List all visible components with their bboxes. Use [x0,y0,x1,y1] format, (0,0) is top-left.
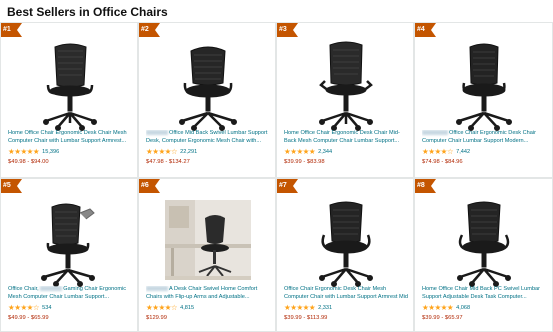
redacted-brand [146,130,168,136]
star-rating-icon: ★★★★★ [284,303,316,312]
product-card[interactable]: #7 Office Chair Ergonomic Desk Chair Mes… [276,178,414,332]
product-image[interactable] [434,33,534,133]
rating-count-link[interactable]: 4,068 [456,305,470,311]
product-image[interactable] [158,33,258,133]
product-card[interactable]: #2 Office Mid Back Swivel Lumbar Support… [138,22,276,178]
price: $39.99 - $113.99 [284,315,328,321]
product-title-link[interactable]: Home Office Chair Ergonomic Desk Chair M… [284,130,409,146]
rating-count-link[interactable]: 4,815 [180,305,194,311]
product-image[interactable] [20,189,120,289]
rating-count-link[interactable]: 534 [42,305,51,311]
rating[interactable]: ★★★★☆ 4,815 [146,304,194,312]
rating[interactable]: ★★★★★ 2,331 [284,304,332,312]
product-title-link[interactable]: Home Office Chair Mid Back PC Swivel Lum… [422,286,548,302]
price: $49.98 - $94.00 [8,159,49,165]
rating[interactable]: ★★★★★ 4,068 [422,304,470,312]
star-rating-icon: ★★★★☆ [146,147,178,156]
rating[interactable]: ★★★★☆ 7,442 [422,148,470,156]
rank-badge: #7 [277,179,298,193]
product-title-link[interactable]: A Desk Chair Swivel Home Comfort Chairs … [146,286,271,302]
rating-count-link[interactable]: 22,291 [180,149,197,155]
price: $49.99 - $65.99 [8,315,49,321]
product-image[interactable] [296,189,396,289]
product-card[interactable]: #8 Home Office Chair Mid Back PC Swivel … [414,178,553,332]
rank-badge: #3 [277,23,298,37]
product-title-link[interactable]: Home Office Chair Ergonomic Desk Chair M… [8,130,133,146]
rating[interactable]: ★★★★★ 15,396 [8,148,59,156]
rank-badge: #2 [139,23,160,37]
rank-badge: #5 [1,179,22,193]
product-title-link[interactable]: Office Chair Ergonomic Desk Chair Comput… [422,130,548,146]
product-card[interactable]: #5 Office Chair, Gaming Chair Ergonomic … [0,178,138,332]
price: $129.99 [146,315,167,321]
star-rating-icon: ★★★★★ [8,147,40,156]
redacted-brand [422,130,448,136]
star-rating-icon: ★★★★★ [422,303,454,312]
rank-badge: #1 [1,23,22,37]
price: $74.98 - $84.96 [422,159,463,165]
product-card[interactable]: #4 Office Chair Ergonomic Desk Chair Com… [414,22,553,178]
rank-badge: #4 [415,23,436,37]
star-rating-icon: ★★★★☆ [8,303,40,312]
page-title: Best Sellers in Office Chairs [7,5,168,19]
rating-count-link[interactable]: 2,344 [318,149,332,155]
product-card[interactable]: #6 A Desk Chair Swivel Home Comfort Chai… [138,178,276,332]
rating[interactable]: ★★★★★ 2,344 [284,148,332,156]
product-title-link[interactable]: Office Chair, Gaming Chair Ergonomic Mes… [8,286,133,302]
product-title-link[interactable]: Office Chair Ergonomic Desk Chair Mesh C… [284,286,409,302]
redacted-brand [40,286,63,292]
product-image[interactable] [296,33,396,133]
rating-count-link[interactable]: 7,442 [456,149,470,155]
redacted-brand [146,286,168,292]
star-rating-icon: ★★★★★ [284,147,316,156]
star-rating-icon: ★★★★☆ [422,147,454,156]
product-image[interactable] [165,200,251,280]
price: $39.99 - $65.97 [422,315,463,321]
price: $39.99 - $83.98 [284,159,325,165]
rating[interactable]: ★★★★☆ 22,291 [146,148,197,156]
product-title-link[interactable]: Office Mid Back Swivel Lumbar Support De… [146,130,271,146]
rating[interactable]: ★★★★☆ 534 [8,304,51,312]
product-image[interactable] [434,189,534,289]
rank-badge: #8 [415,179,436,193]
product-card[interactable]: #3 Home Office Chair Ergonomic Desk Chai… [276,22,414,178]
product-card[interactable]: #1 Home Office Chair Ergonomic Desk Chai… [0,22,138,178]
rank-badge: #6 [139,179,160,193]
price: $47.98 - $134.27 [146,159,190,165]
product-grid: #1 Home Office Chair Ergonomic Desk Chai… [0,22,553,332]
rating-count-link[interactable]: 15,396 [42,149,59,155]
star-rating-icon: ★★★★☆ [146,303,178,312]
rating-count-link[interactable]: 2,331 [318,305,332,311]
product-image[interactable] [20,33,120,133]
